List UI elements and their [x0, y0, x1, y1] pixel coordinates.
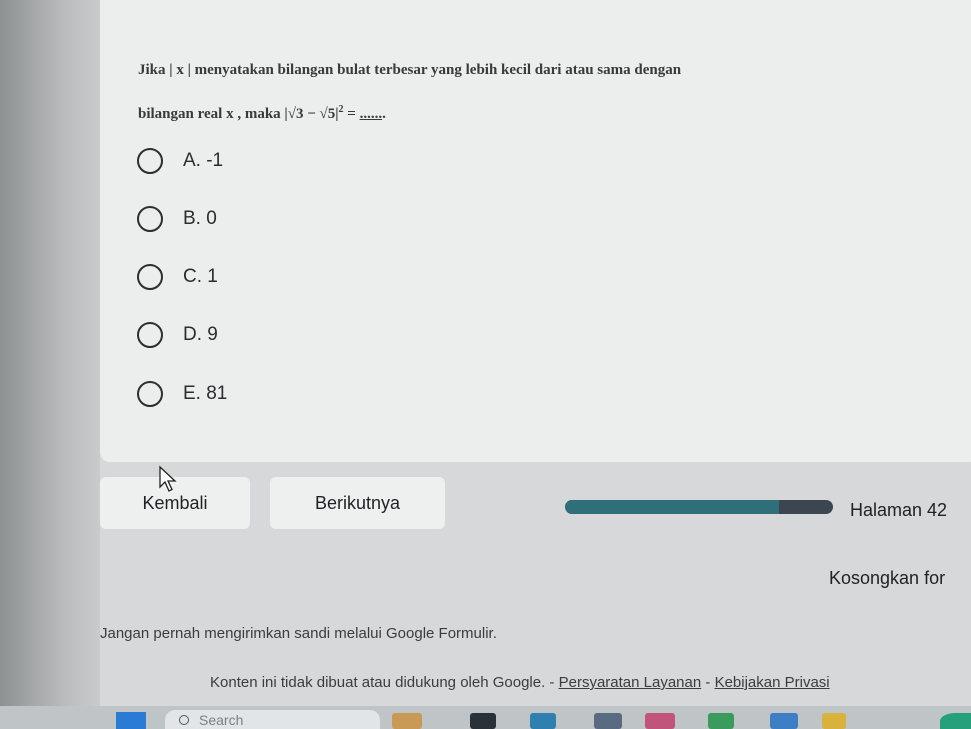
radio-button[interactable] — [137, 322, 163, 348]
camera-app-icon[interactable] — [645, 713, 675, 729]
footer-separator: - — [701, 674, 715, 691]
privacy-link[interactable]: Kebijakan Privasi — [715, 674, 830, 691]
store-icon[interactable] — [530, 713, 556, 729]
question-blank: ...... — [359, 106, 383, 122]
footer-separator: - — [545, 674, 559, 691]
folder-icon[interactable] — [822, 713, 846, 729]
radio-button[interactable] — [137, 206, 163, 232]
option-label: C. 1 — [183, 266, 218, 287]
search-placeholder: Search — [199, 711, 244, 728]
option-b[interactable]: B. 0 — [137, 205, 217, 233]
teams-icon[interactable] — [594, 713, 622, 729]
option-label: A. -1 — [183, 150, 224, 171]
windows-start-icon[interactable] — [116, 712, 146, 729]
mail-icon[interactable] — [770, 713, 798, 729]
page-indicator: Halaman 42 — [850, 500, 948, 520]
widget-icon[interactable] — [392, 713, 422, 729]
option-label: B. 0 — [183, 208, 217, 229]
option-e[interactable]: E. 81 — [137, 380, 227, 408]
mouse-pointer-icon — [159, 465, 177, 492]
option-c[interactable]: C. 1 — [137, 263, 218, 291]
radio-button[interactable] — [137, 264, 163, 290]
left-background-strip — [0, 0, 100, 729]
radio-button[interactable] — [137, 381, 163, 407]
clear-form-button[interactable]: Kosongkan for — [829, 568, 945, 589]
question-line-2: bilangan real x , maka |√3 − √5|2 = ....… — [138, 90, 838, 134]
task-view-icon[interactable] — [470, 713, 496, 729]
option-a[interactable]: A. -1 — [137, 147, 223, 175]
next-button[interactable]: Berikutnya — [270, 477, 445, 529]
terms-link[interactable]: Persyaratan Layanan — [559, 674, 702, 691]
progress-bar — [565, 500, 833, 514]
footer-disclaimer: Konten ini tidak dibuat atau didukung ol… — [210, 674, 830, 691]
question-equals: = — [343, 106, 360, 122]
password-warning: Jangan pernah mengirimkan sandi melalui … — [100, 625, 497, 642]
radio-button[interactable] — [137, 148, 163, 174]
taskbar-search-input[interactable]: Search — [165, 710, 380, 729]
footer-text: Konten ini tidak dibuat atau didukung ol… — [210, 674, 546, 691]
edge-icon[interactable] — [708, 713, 734, 729]
notification-badge-icon[interactable] — [940, 713, 971, 729]
question-expression: bilangan real x , maka |√3 − √5| — [138, 106, 339, 122]
question-text: Jika | x | menyatakan bilangan bulat ter… — [138, 50, 838, 134]
option-label: D. 9 — [183, 324, 218, 345]
question-period: . — [382, 106, 386, 122]
progress-bar-fill — [565, 500, 780, 514]
search-icon — [179, 714, 189, 725]
option-d[interactable]: D. 9 — [137, 321, 218, 349]
question-line-1: Jika | x | menyatakan bilangan bulat ter… — [138, 62, 682, 78]
option-label: E. 81 — [183, 383, 228, 404]
